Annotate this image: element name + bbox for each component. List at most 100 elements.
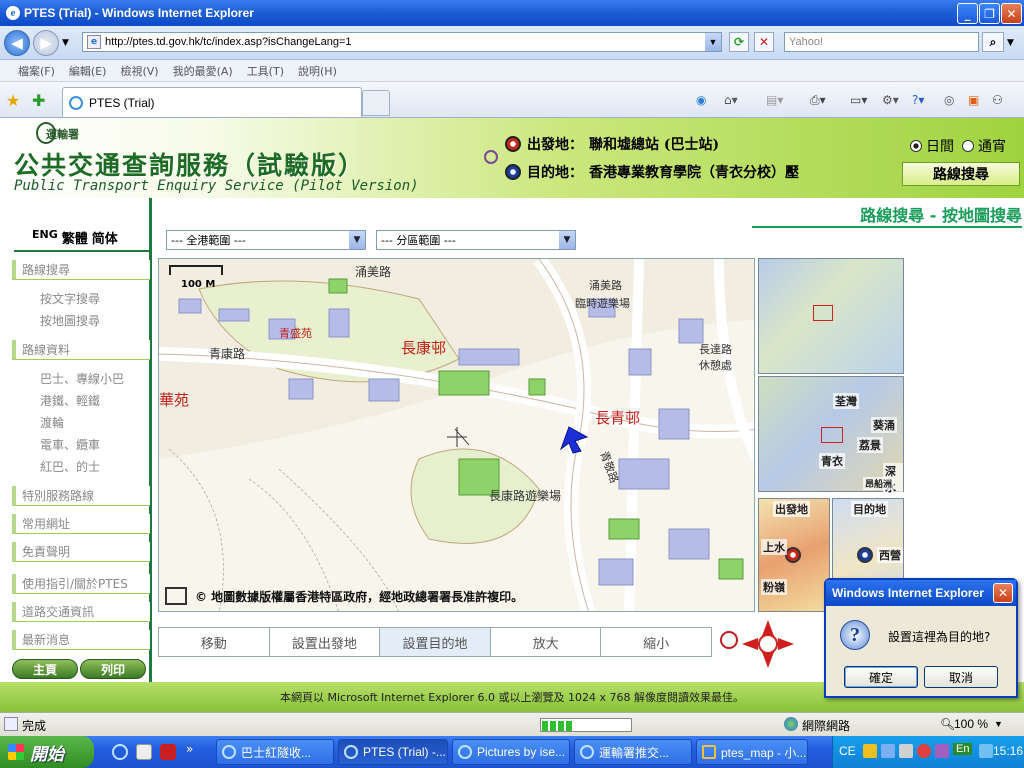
sidebar-item-route-info[interactable]: 路線資料 (12, 340, 150, 360)
back-button[interactable]: ◀ (4, 30, 30, 56)
district-select[interactable]: --- 分區範圍 --- ▼ (376, 230, 576, 250)
menu-tools[interactable]: 工具(T) (247, 63, 284, 79)
zone-text: 網際網路 (802, 719, 851, 733)
sidebar-sub-bus[interactable]: 巴士、專線小巴 (16, 368, 134, 388)
ie-icon (344, 745, 358, 759)
tray-ce-icon[interactable]: CE (839, 744, 856, 758)
sidebar-item-guide[interactable]: 使用指引/關於PTES (12, 574, 150, 594)
sidebar-item-route-search[interactable]: 路線搜尋 (12, 260, 150, 280)
zoom-in-button[interactable]: 放大 (491, 628, 602, 656)
help-icon[interactable]: ?▾ (912, 91, 924, 109)
lang-trad[interactable]: 繁體 (62, 228, 88, 247)
set-origin-button[interactable]: 設置出發地 (270, 628, 381, 656)
feeds-icon[interactable]: ▤▾ (766, 91, 783, 109)
address-dropdown-icon[interactable]: ▼ (705, 33, 721, 51)
taskbar-item[interactable]: ptes_map - 小... (696, 739, 808, 765)
taskbar-item[interactable]: Pictures by ise... (452, 739, 570, 765)
map-label-playground: 長康路遊樂場 (489, 489, 562, 503)
tools-gear-icon[interactable]: ⚙▾ (882, 91, 899, 109)
menu-file[interactable]: 檔案(F) (18, 63, 55, 79)
sidebar-item-links[interactable]: 常用網址 (12, 514, 150, 534)
messenger-icon[interactable]: ⚇ (992, 91, 1003, 109)
search-input[interactable]: Yahoo! (784, 32, 979, 52)
browser-tab[interactable]: PTES (Trial) (62, 87, 362, 117)
zoom-level[interactable]: 100 % (954, 717, 988, 731)
forward-button[interactable]: ▶ (33, 30, 59, 56)
sidebar-sub-redbus[interactable]: 紅巴、的士 (16, 456, 134, 476)
quicklaunch-more-icon[interactable]: » (186, 742, 193, 756)
menu-help[interactable]: 說明(H) (298, 63, 337, 79)
compass-pan-icon[interactable] (742, 620, 794, 668)
street-map[interactable]: 100 M 青康路 涌美路 青盛苑 長康邨 長青邨 華苑 長康路遊樂場 涌美路 … (158, 258, 755, 612)
antivirus-icon[interactable] (917, 744, 931, 758)
overview-map-hk[interactable] (758, 258, 904, 374)
security-shield-icon[interactable] (863, 744, 877, 758)
set-destination-button[interactable]: 設置目的地 (380, 628, 491, 656)
page-menu-icon[interactable]: ▭▾ (850, 91, 867, 109)
cancel-button[interactable]: 取消 (924, 666, 998, 688)
rss-icon[interactable]: ◉ (696, 91, 706, 109)
volume-icon[interactable] (899, 744, 913, 758)
dialog-close-button[interactable]: ✕ (993, 583, 1013, 603)
close-button[interactable]: ✕ (1001, 3, 1022, 24)
research-icon[interactable]: ◎ (944, 91, 954, 109)
tray-help-icon[interactable] (979, 744, 993, 758)
menu-favorites[interactable]: 我的最愛(A) (173, 63, 233, 79)
sidebar-sub-by-map[interactable]: 按地圖搜尋 (16, 310, 134, 330)
sidebar-item-news[interactable]: 最新消息 (12, 630, 150, 650)
overview-map-district[interactable]: 青衣 荔景 荃灣 葵涌 深水 昂船洲 (758, 376, 904, 495)
day-radio[interactable] (910, 140, 922, 152)
ok-button[interactable]: 確定 (844, 666, 918, 688)
origin-mini-map[interactable]: 出發地 上水 粉嶺 (758, 498, 830, 612)
lang-simp[interactable]: 简体 (92, 228, 118, 247)
language-switcher: ENG 繁體 简体 (32, 228, 118, 247)
sidebar-item-traffic[interactable]: 道路交通資訊 (12, 602, 150, 622)
network-icon[interactable] (881, 744, 895, 758)
language-indicator[interactable]: En (953, 743, 973, 755)
taskbar-item[interactable]: 運輸署推交... (574, 739, 692, 765)
route-search-button[interactable]: 路線搜尋 (902, 162, 1020, 186)
taskbar-item[interactable]: 巴士紅隧收... (216, 739, 334, 765)
sidebar-sub-ferry[interactable]: 渡輪 (16, 412, 134, 432)
maximize-button[interactable]: ❐ (979, 3, 1000, 24)
zoom-icon[interactable]: 🔍︎ (940, 717, 955, 731)
sidebar-sub-mtr[interactable]: 港鐵、輕鐵 (16, 390, 134, 410)
search-go-icon[interactable]: ⌕ (982, 32, 1004, 52)
sidebar-item-disclaimer[interactable]: 免責聲明 (12, 542, 150, 562)
zoom-dropdown-icon[interactable]: ▼ (994, 719, 1003, 729)
sidebar-item-special[interactable]: 特別服務路線 (12, 486, 150, 506)
address-bar[interactable]: e http://ptes.td.gov.hk/tc/index.asp?isC… (82, 32, 722, 52)
swap-icon[interactable] (484, 150, 498, 164)
sidebar-sub-tram[interactable]: 電車、纜車 (16, 434, 134, 454)
bus-stop-icon[interactable] (720, 631, 738, 649)
stop-icon[interactable]: ✕ (754, 32, 774, 52)
taskbar-item-active[interactable]: PTES (Trial) -... (338, 739, 448, 765)
quicklaunch-app2-icon[interactable] (160, 744, 176, 760)
region-select[interactable]: --- 全港範圍 --- ▼ (166, 230, 366, 250)
print-button[interactable]: 列印 (80, 659, 146, 679)
home-icon[interactable]: ⌂▾ (724, 91, 738, 109)
move-tool-button[interactable]: 移動 (159, 628, 270, 656)
origin-value[interactable]: 聯和墟總站 (巴士站) (589, 134, 719, 154)
history-dropdown-icon[interactable]: ▼ (62, 38, 69, 48)
night-radio[interactable] (962, 140, 974, 152)
destination-value[interactable]: 香港專業教育學院（青衣分校）壓 (589, 162, 799, 182)
menu-view[interactable]: 檢視(V) (120, 63, 158, 79)
sidebar-sub-by-text[interactable]: 按文字搜尋 (16, 288, 134, 308)
minimize-button[interactable]: _ (957, 3, 978, 24)
home-button[interactable]: 主頁 (12, 659, 78, 679)
new-tab-button[interactable] (362, 90, 390, 116)
quicklaunch-ie-icon[interactable] (112, 744, 128, 760)
lang-eng[interactable]: ENG (32, 228, 58, 247)
search-options-icon[interactable]: ▼ (1007, 38, 1014, 48)
menu-edit[interactable]: 編輯(E) (69, 63, 107, 79)
ime-icon[interactable] (935, 744, 949, 758)
addon-icon[interactable]: ▣ (968, 91, 979, 109)
favorites-star-icon[interactable]: ★ (6, 91, 20, 110)
refresh-icon[interactable]: ⟳ (729, 32, 749, 52)
print-icon[interactable]: ⎙▾ (810, 91, 826, 109)
add-favorites-icon[interactable]: ✚ (32, 91, 45, 110)
quicklaunch-app-icon[interactable] (136, 744, 152, 760)
start-button[interactable]: 開始 (0, 736, 94, 768)
zoom-out-button[interactable]: 縮小 (601, 628, 711, 656)
